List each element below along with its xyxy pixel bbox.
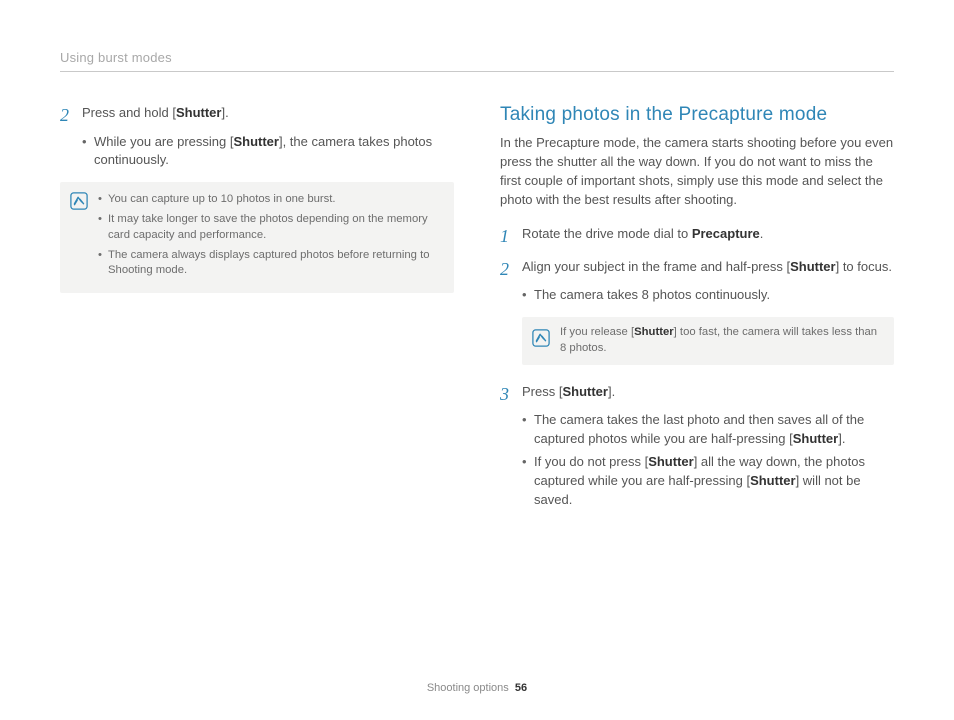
running-header: Using burst modes [60,50,894,72]
text: ]. [608,384,615,399]
text: Rotate the drive mode dial to [522,226,692,241]
note-list: You can capture up to 10 photos in one b… [98,192,442,283]
shutter-key: Shutter [750,473,796,488]
note-text: If you release [Shutter] too fast, the c… [560,325,884,357]
step-text: Rotate the drive mode dial to Precapture… [522,225,763,248]
content-columns: 2 Press and hold [Shutter]. While you ar… [60,104,894,522]
step-number: 3 [500,383,522,406]
left-column: 2 Press and hold [Shutter]. While you ar… [60,104,454,522]
footer-section: Shooting options [427,682,509,694]
text: Press [ [522,384,562,399]
sub-bullet: While you are pressing [Shutter], the ca… [82,133,454,171]
right-step2-sublist: The camera takes 8 photos continuously. [522,286,894,305]
shutter-key: Shutter [562,384,608,399]
step-text: Press and hold [Shutter]. [82,104,229,127]
left-step-2: 2 Press and hold [Shutter]. [60,104,454,127]
shutter-key: Shutter [233,134,279,149]
sub-bullet: The camera takes the last photo and then… [522,411,894,449]
shutter-key: Shutter [176,105,222,120]
text: Align your subject in the frame and half… [522,259,790,274]
text: . [760,226,764,241]
manual-page: Using burst modes 2 Press and hold [Shut… [0,0,954,720]
step-text: Align your subject in the frame and half… [522,258,892,281]
footer-page-number: 56 [515,682,527,694]
note-item: You can capture up to 10 photos in one b… [98,192,442,208]
text: ]. [221,105,228,120]
page-footer: Shooting options 56 [0,682,954,694]
text: ]. [838,431,845,446]
right-step-1: 1 Rotate the drive mode dial to Precaptu… [500,225,894,248]
left-note-box: You can capture up to 10 photos in one b… [60,182,454,293]
text: ] to focus. [836,259,892,274]
step-text: Press [Shutter]. [522,383,615,406]
step-number: 1 [500,225,522,248]
text: If you do not press [ [534,454,648,469]
shutter-key: Shutter [648,454,694,469]
note-icon [532,329,550,353]
shutter-key: Shutter [634,326,674,338]
text: While you are pressing [ [94,134,233,149]
shutter-key: Shutter [793,431,839,446]
right-inline-note: If you release [Shutter] too fast, the c… [522,317,894,365]
text: If you release [ [560,326,634,338]
shutter-key: Shutter [790,259,836,274]
note-item: It may take longer to save the photos de… [98,212,442,244]
note-item: The camera always displays captured phot… [98,248,442,280]
note-icon [70,192,88,283]
text: Press and hold [ [82,105,176,120]
right-column: Taking photos in the Precapture mode In … [500,104,894,522]
sub-bullet: If you do not press [Shutter] all the wa… [522,453,894,510]
left-step2-sublist: While you are pressing [Shutter], the ca… [82,133,454,171]
precapture-key: Precapture [692,226,760,241]
right-step-3: 3 Press [Shutter]. [500,383,894,406]
section-lead: In the Precapture mode, the camera start… [500,134,894,209]
step-number: 2 [500,258,522,281]
right-step-2: 2 Align your subject in the frame and ha… [500,258,894,281]
sub-bullet: The camera takes 8 photos continuously. [522,286,894,305]
section-heading: Taking photos in the Precapture mode [500,104,894,126]
right-step3-sublist: The camera takes the last photo and then… [522,411,894,509]
step-number: 2 [60,104,82,127]
